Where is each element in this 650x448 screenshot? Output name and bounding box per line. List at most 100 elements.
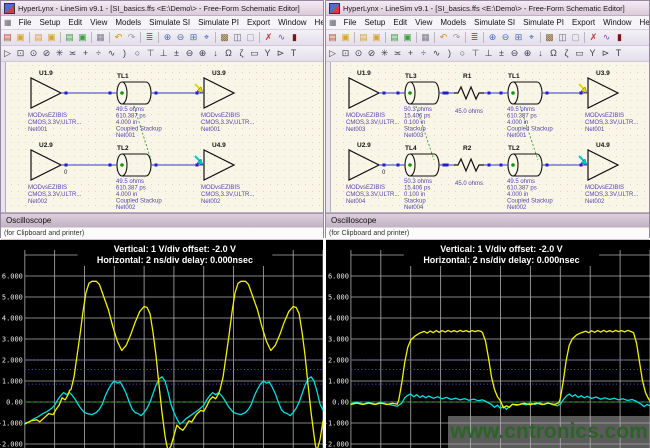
print-icon[interactable]: ▦ [419,30,432,45]
buffer-part-icon[interactable]: ⊳ [599,46,612,61]
pad-pair-icon[interactable]: ≍ [66,46,79,61]
stackup-editor-icon[interactable]: ≣ [143,30,156,45]
menu-simulate-pi[interactable]: Simulate PI [194,18,243,27]
resistor-part-icon[interactable]: Ω [547,46,560,61]
via-part-icon[interactable]: ⊙ [27,46,40,61]
y-part-icon[interactable]: Y [261,46,274,61]
new-file-icon[interactable]: ▤ [326,30,339,45]
pm-part-icon[interactable]: ± [495,46,508,61]
text-tool-icon[interactable]: T [612,46,625,61]
zoom-in-icon[interactable]: ⊕ [486,30,499,45]
arrow-part-icon[interactable]: ↓ [209,46,222,61]
ic-part-icon[interactable]: ⊡ [14,46,27,61]
probe-icon[interactable]: ✗ [587,30,600,45]
pin-part-icon[interactable]: ⊘ [365,46,378,61]
pad-pair-icon[interactable]: ≍ [391,46,404,61]
board-view-icon[interactable]: ▩ [218,30,231,45]
box-part-icon[interactable]: ▭ [573,46,586,61]
menu-models[interactable]: Models [436,18,470,27]
board-view-icon[interactable]: ▩ [543,30,556,45]
open-demo-icon[interactable]: ▣ [401,30,414,45]
menu-export[interactable]: Export [243,18,274,27]
open-demo-icon[interactable]: ▣ [76,30,89,45]
tline-part-icon[interactable]: ∿ [105,46,118,61]
oscilloscope-titlebar[interactable]: Oscilloscope [1,213,323,227]
export-doc-icon[interactable]: ▤ [388,30,401,45]
zoom-in-icon[interactable]: ⊕ [161,30,174,45]
add-node-icon[interactable]: + [79,46,92,61]
add-node-icon[interactable]: + [404,46,417,61]
menu-simulate-si[interactable]: Simulate SI [145,18,194,27]
split-node-icon[interactable]: ÷ [417,46,430,61]
source-part-icon[interactable]: ⊕ [521,46,534,61]
box-part-icon[interactable]: ▭ [248,46,261,61]
print-icon[interactable]: ▦ [94,30,107,45]
ring-part-icon[interactable]: ○ [131,46,144,61]
redo-icon[interactable]: ↷ [450,30,463,45]
terminator-wizard-icon[interactable]: ▮ [613,30,626,45]
probe-icon[interactable]: ✗ [262,30,275,45]
zoom-out-icon[interactable]: ⊖ [499,30,512,45]
run-sim-icon[interactable]: ▷ [1,46,14,61]
arrow-part-icon[interactable]: ↓ [534,46,547,61]
menu-view[interactable]: View [86,18,111,27]
save-all-icon[interactable]: ▣ [45,30,58,45]
ring-part-icon[interactable]: ○ [456,46,469,61]
zoom-area-icon[interactable]: ⊞ [512,30,525,45]
open-file-icon[interactable]: ▣ [14,30,27,45]
menu-simulate-pi[interactable]: Simulate PI [519,18,568,27]
text-tool-icon[interactable]: T [287,46,300,61]
ic-part-icon[interactable]: ⊡ [339,46,352,61]
ground-part-icon[interactable]: ⊥ [482,46,495,61]
window-titlebar[interactable]: HyperLynx - LineSim v9.1 - [SI_basics.ff… [1,1,323,16]
zoom-area-icon[interactable]: ⊞ [187,30,200,45]
menu-file[interactable]: File [15,18,36,27]
ground-part-icon[interactable]: ⊥ [157,46,170,61]
save-file-icon[interactable]: ▤ [32,30,45,45]
source-part-icon[interactable]: ⊕ [196,46,209,61]
via-part-icon[interactable]: ⊙ [352,46,365,61]
terminator-wizard-icon[interactable]: ▮ [288,30,301,45]
oscilloscope-titlebar[interactable]: Oscilloscope [326,213,649,227]
netlist-icon[interactable]: ◫ [556,30,569,45]
save-file-icon[interactable]: ▤ [357,30,370,45]
bracket-part-icon[interactable]: ) [118,46,131,61]
cap-part-icon[interactable]: ⊖ [508,46,521,61]
menu-models[interactable]: Models [111,18,145,27]
export-doc-icon[interactable]: ▤ [63,30,76,45]
pan-icon[interactable]: ⌖ [200,30,213,45]
new-sheet-icon[interactable]: ▢ [244,30,257,45]
pm-part-icon[interactable]: ± [170,46,183,61]
junction-star-icon[interactable]: ✳ [378,46,391,61]
buffer-part-icon[interactable]: ⊳ [274,46,287,61]
new-file-icon[interactable]: ▤ [1,30,14,45]
term-top-icon[interactable]: ⊤ [469,46,482,61]
undo-icon[interactable]: ↶ [112,30,125,45]
undo-icon[interactable]: ↶ [437,30,450,45]
tline-part-icon[interactable]: ∿ [430,46,443,61]
y-part-icon[interactable]: Y [586,46,599,61]
waveform-viewer-icon[interactable]: ∿ [275,30,288,45]
window-titlebar[interactable]: HyperLynx - LineSim v9.1 - [SI_basics.ff… [326,1,649,16]
new-sheet-icon[interactable]: ▢ [569,30,582,45]
pin-part-icon[interactable]: ⊘ [40,46,53,61]
netlist-icon[interactable]: ◫ [231,30,244,45]
schematic-canvas[interactable]: U1.9MODvsEZIBISCMOS,3.3V,ULTR...Net001TL… [1,62,323,213]
menu-edit[interactable]: Edit [389,18,411,27]
menu-window[interactable]: Window [599,18,635,27]
menu-edit[interactable]: Edit [64,18,86,27]
redo-icon[interactable]: ↷ [125,30,138,45]
term-top-icon[interactable]: ⊤ [144,46,157,61]
open-file-icon[interactable]: ▣ [339,30,352,45]
coil-part-icon[interactable]: ζ [235,46,248,61]
coil-part-icon[interactable]: ζ [560,46,573,61]
menu-window[interactable]: Window [274,18,310,27]
save-all-icon[interactable]: ▣ [370,30,383,45]
pan-icon[interactable]: ⌖ [525,30,538,45]
menu-file[interactable]: File [340,18,361,27]
split-node-icon[interactable]: ÷ [92,46,105,61]
menu-export[interactable]: Export [568,18,599,27]
cap-part-icon[interactable]: ⊖ [183,46,196,61]
stackup-editor-icon[interactable]: ≣ [468,30,481,45]
menu-simulate-si[interactable]: Simulate SI [470,18,519,27]
